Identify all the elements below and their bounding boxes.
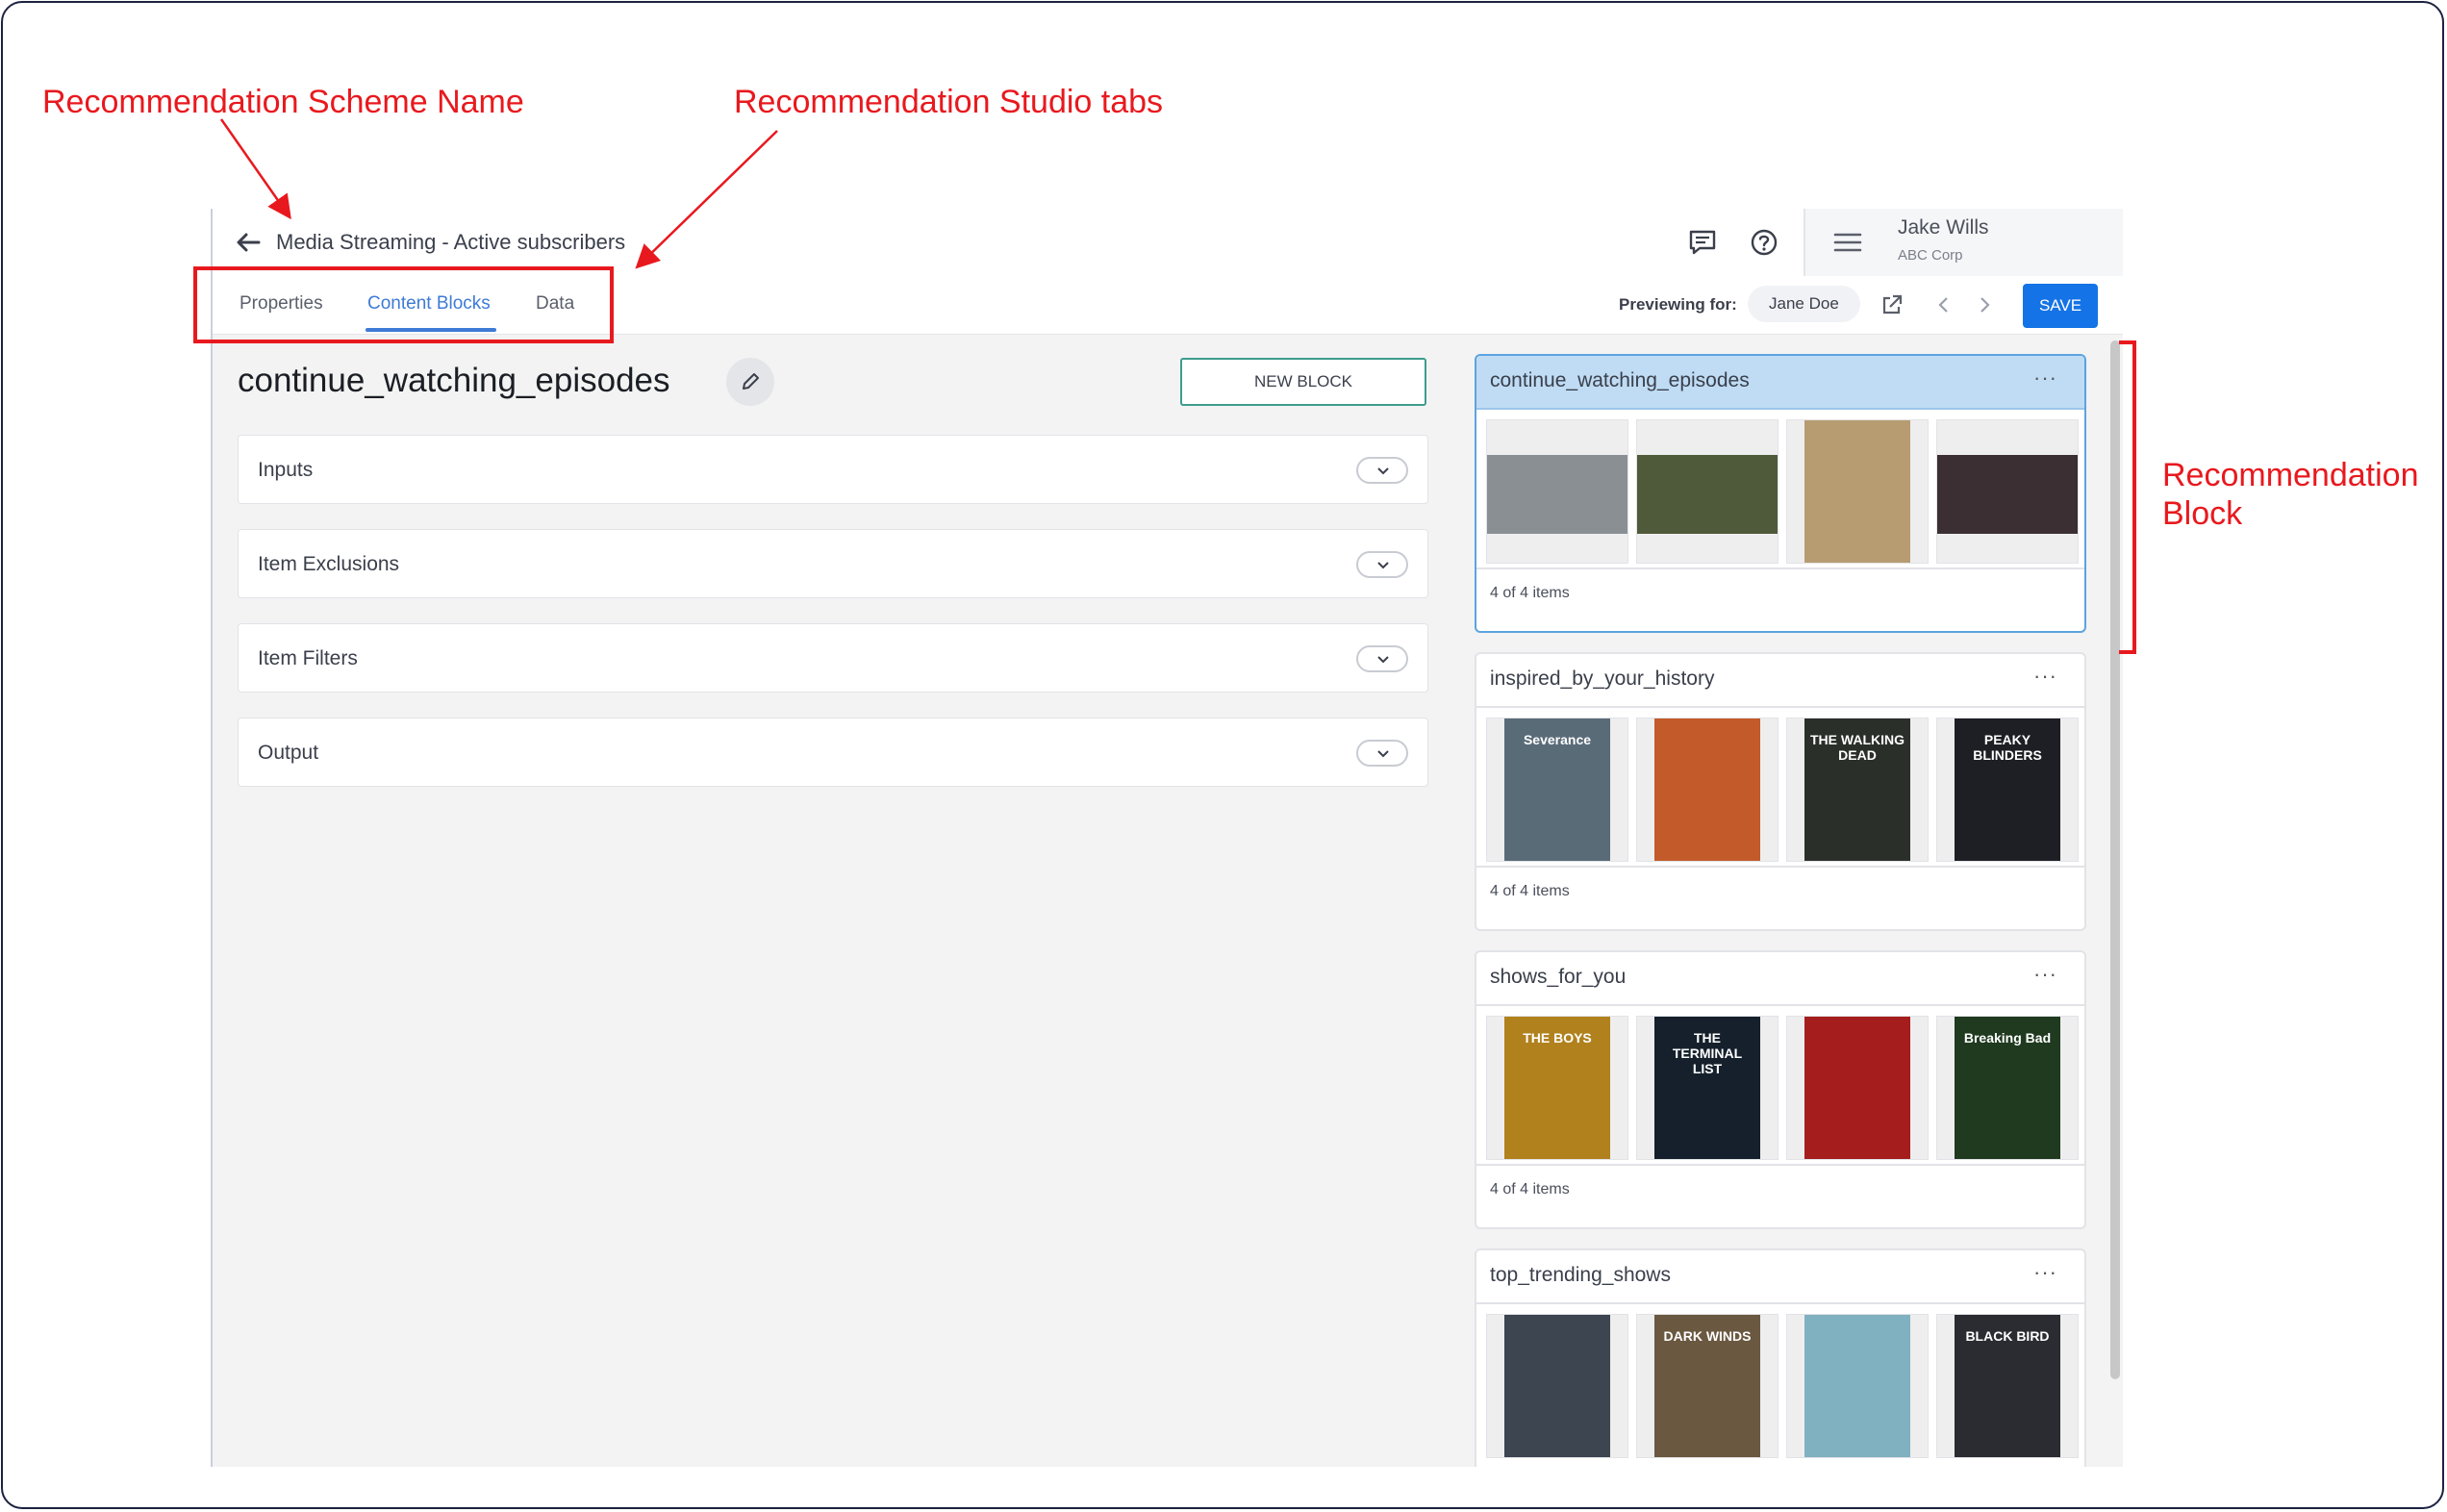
annotation-arrows [193, 118, 778, 343]
arrow-to-tabs [635, 130, 778, 269]
arrow-to-scheme-name [219, 118, 291, 220]
tabs-highlight-box [193, 266, 614, 343]
